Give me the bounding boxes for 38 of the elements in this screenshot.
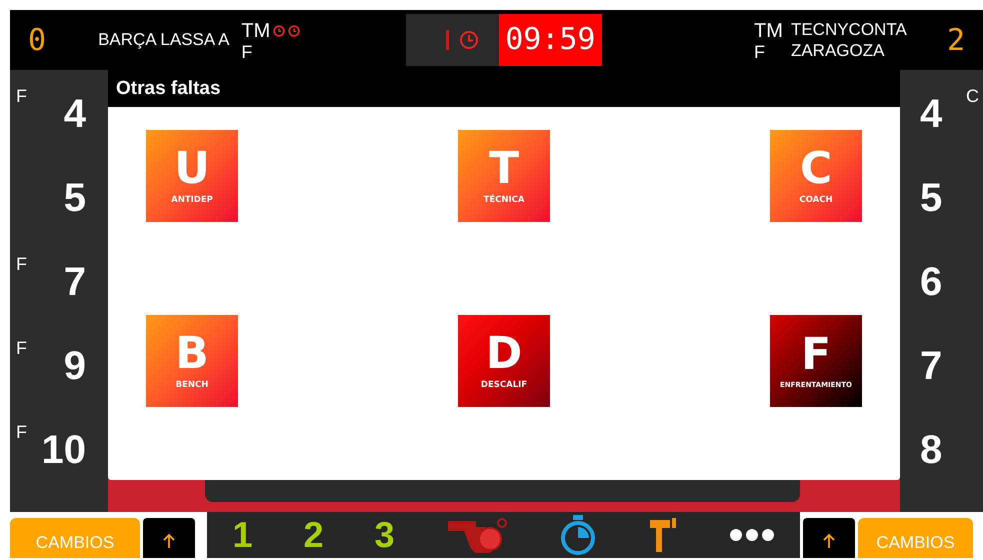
whistle-icon[interactable] [446, 517, 508, 553]
points-button[interactable]: 3 [374, 516, 395, 554]
captain-label: C [966, 86, 979, 107]
player-number[interactable]: 9 [64, 342, 86, 390]
arrow-button[interactable] [143, 518, 195, 558]
player-number[interactable]: 8 [920, 426, 942, 474]
foul-label: F [16, 254, 27, 275]
game-clock: 09:59 [499, 14, 602, 66]
away-score: 2 [946, 22, 966, 58]
possession-bar-icon [446, 30, 448, 50]
points-button[interactable]: 1 [232, 516, 253, 554]
player-number[interactable]: 6 [920, 258, 942, 306]
player-number[interactable]: 5 [920, 174, 942, 222]
points-button[interactable]: 2 [304, 516, 324, 554]
foul-type-button[interactable]: D DESCALIF [458, 315, 550, 407]
more-icon[interactable] [730, 529, 774, 541]
timeout-label: TM [754, 19, 783, 43]
away-team-name: TECNYCONTA ZARAGOZA [790, 19, 908, 61]
foul-label: F [16, 338, 27, 359]
fouls-label: F [754, 43, 766, 61]
player-number[interactable]: 7 [64, 258, 86, 306]
arrow-button[interactable] [803, 518, 855, 558]
player-number[interactable]: 5 [64, 174, 86, 222]
home-team-name: BARÇA LASSA A [97, 30, 230, 50]
stopwatch-icon[interactable] [558, 515, 597, 555]
dialog-title: Otras faltas [116, 78, 221, 100]
player-number[interactable]: 10 [42, 426, 86, 474]
fouls-label: F [241, 43, 254, 61]
foul-label: F [16, 422, 27, 443]
player-number[interactable]: 4 [920, 90, 942, 138]
up-arrow-icon [823, 534, 835, 548]
timeout-label: TM [241, 19, 270, 43]
up-arrow-icon [163, 534, 175, 548]
foul-label: F [16, 86, 27, 107]
player-number[interactable]: 4 [64, 90, 86, 138]
clock-icon [458, 30, 478, 50]
home-score: 0 [27, 22, 48, 58]
player-number[interactable]: 7 [920, 342, 942, 390]
